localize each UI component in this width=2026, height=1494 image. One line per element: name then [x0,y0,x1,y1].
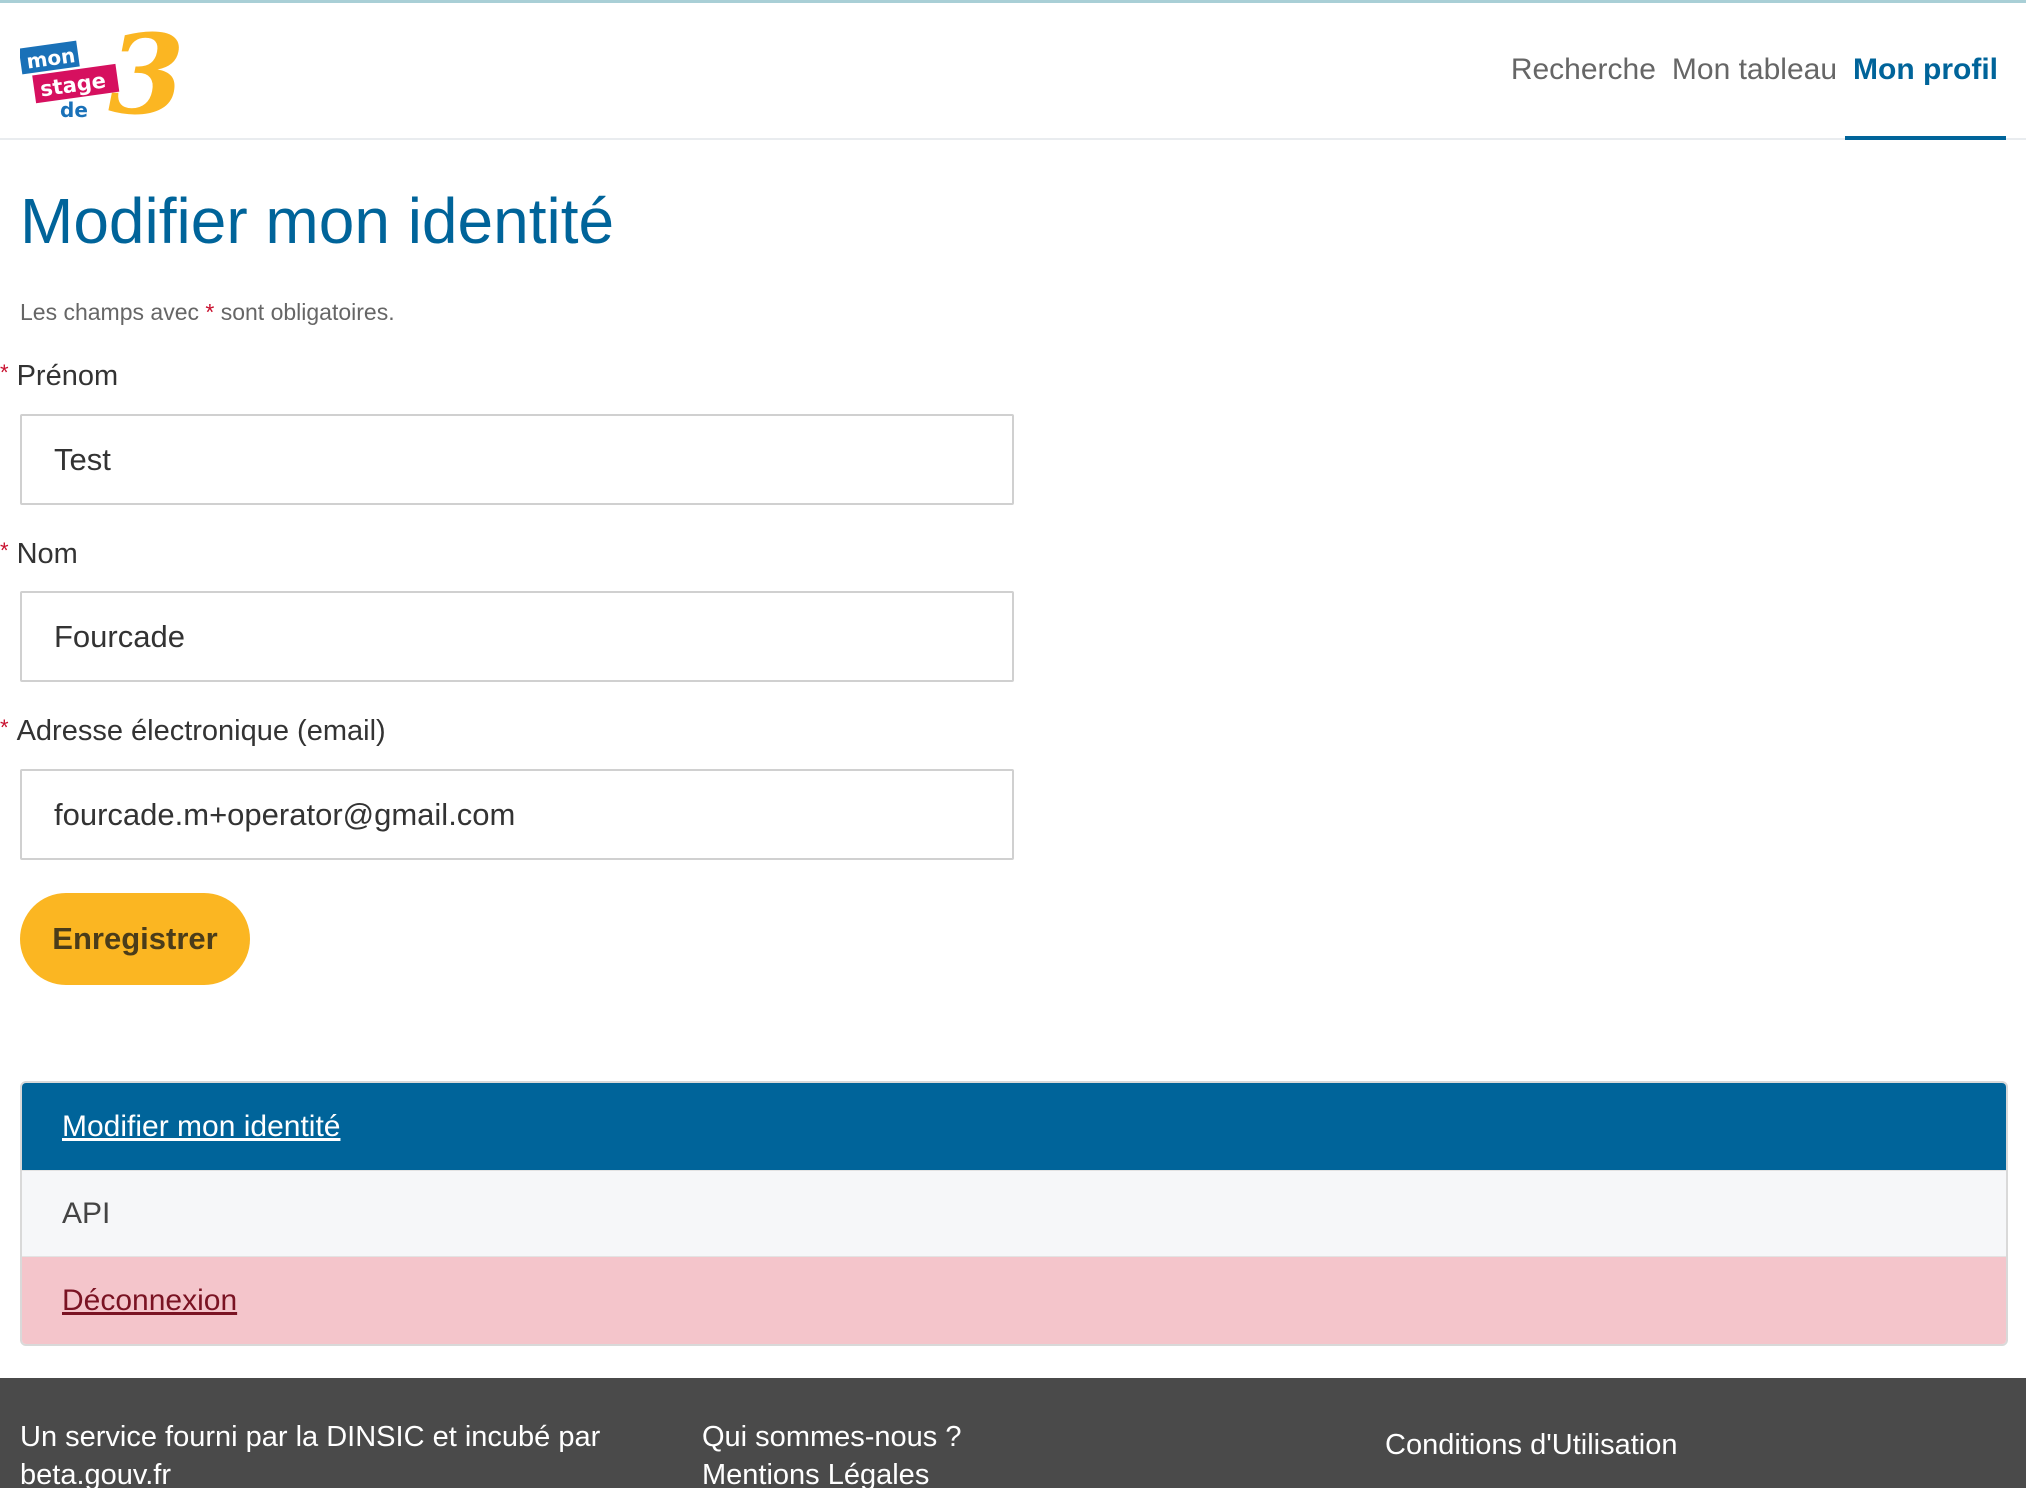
footer-col-cgu: Conditions d'Utilisation [1385,1426,1677,1464]
required-marker: * [205,299,215,325]
required-marker: * [0,538,9,563]
label-email: * Adresse électronique (email) [0,715,386,748]
logout-link[interactable]: Déconnexion [62,1284,237,1318]
site-footer: Un service fourni par la DINSIC et incub… [0,1378,2026,1491]
required-marker: * [0,715,9,740]
footer-mentions-legales-link[interactable]: Mentions Légales [702,1456,962,1494]
page-title: Modifier mon identité [20,185,615,257]
required-note-prefix: Les champs avec [20,299,199,325]
email-input[interactable] [20,769,1014,860]
nav-mon-profil[interactable]: Mon profil [1845,3,2006,140]
menu-item-api[interactable]: API [22,1170,2006,1257]
menu-link-modifier-identite[interactable]: Modifier mon identité [62,1110,340,1144]
svg-text:e: e [160,30,180,70]
nav-recherche[interactable]: Recherche [1503,3,1664,140]
footer-cgu-link[interactable]: Conditions d'Utilisation [1385,1426,1677,1464]
required-fields-note: Les champs avec * sont obligatoires. [20,299,395,326]
required-marker: * [0,360,9,385]
logo-graphic: 3 e mon stage de [18,10,185,139]
required-note-suffix: sont obligatoires. [220,299,395,325]
footer-col-about: Qui sommes-nous ? Mentions Légales [702,1418,962,1494]
menu-item-deconnexion[interactable]: Déconnexion [22,1257,2006,1344]
save-button[interactable]: Enregistrer [20,893,250,985]
menu-item-modifier-identite[interactable]: Modifier mon identité [22,1083,2006,1170]
menu-label-api[interactable]: API [62,1197,110,1231]
nom-input[interactable] [20,591,1014,682]
site-header: 3 e mon stage de Recherche Mon tableau M… [0,3,2026,140]
nav-mon-tableau[interactable]: Mon tableau [1664,3,1845,140]
profile-menu: Modifier mon identité API Déconnexion [20,1081,2008,1346]
footer-beta-link[interactable]: beta.gouv.fr [20,1456,600,1494]
label-prenom: * Prénom [0,360,118,393]
footer-qui-sommes-nous-link[interactable]: Qui sommes-nous ? [702,1418,962,1456]
prenom-input[interactable] [20,414,1014,505]
footer-col-service: Un service fourni par la DINSIC et incub… [20,1418,600,1494]
site-logo[interactable]: 3 e mon stage de [18,10,188,139]
label-nom-text: Nom [16,538,78,570]
label-nom: * Nom [0,538,78,571]
label-prenom-text: Prénom [16,360,119,392]
svg-text:de: de [60,98,88,122]
footer-service-text: Un service fourni par la DINSIC et incub… [20,1421,601,1453]
label-email-text: Adresse électronique (email) [16,715,386,747]
main-nav: Recherche Mon tableau Mon profil [1503,3,2006,140]
